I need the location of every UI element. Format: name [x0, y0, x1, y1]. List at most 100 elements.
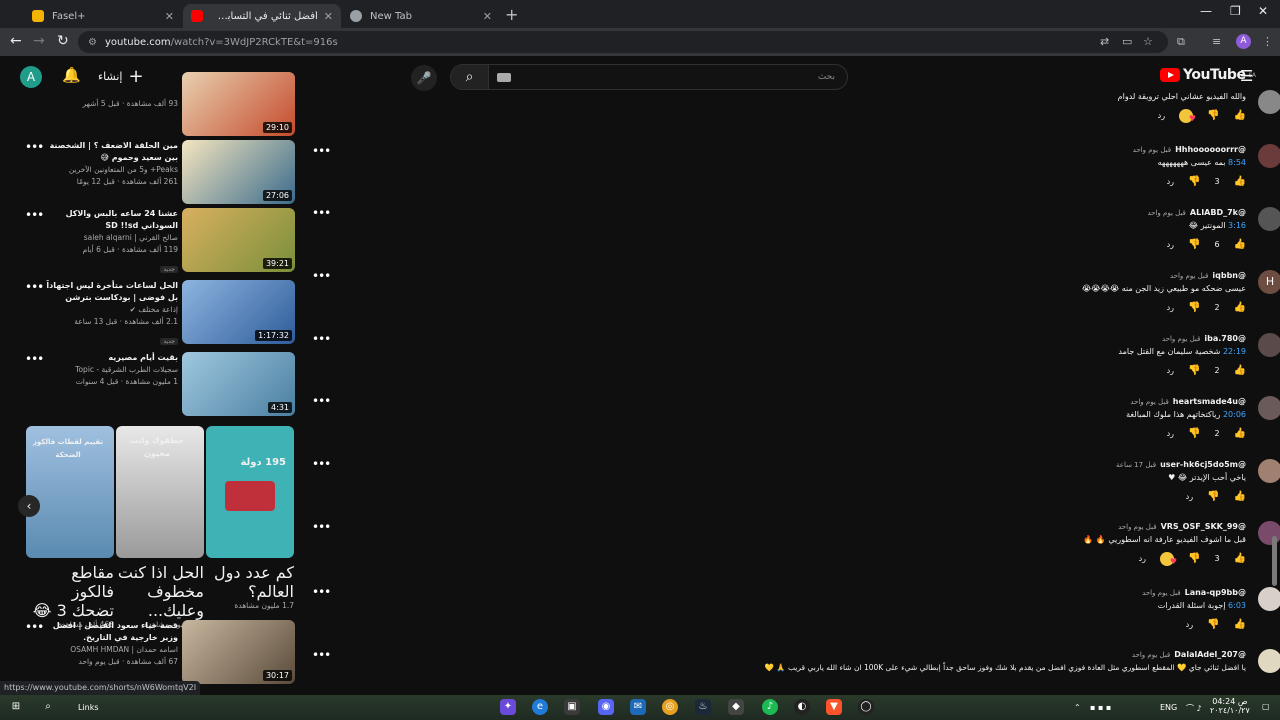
commenter-avatar[interactable]: H	[1258, 270, 1280, 294]
more-options-icon[interactable]: •••	[312, 269, 331, 283]
commenter-avatar[interactable]	[1258, 396, 1280, 420]
commenter-avatar[interactable]	[1258, 649, 1280, 673]
search-input[interactable]: بحث	[511, 72, 847, 82]
new-tab-button[interactable]: +	[505, 5, 518, 24]
more-options-icon[interactable]: •••	[312, 144, 331, 158]
commenter-avatar[interactable]	[1258, 587, 1280, 611]
bookmark-star-icon[interactable]: ☆	[1143, 35, 1153, 48]
video-thumbnail[interactable]: 27:06	[182, 140, 295, 204]
minimize-button[interactable]: —	[1200, 4, 1212, 18]
channel-name[interactable]: Peaks+ و5 من المتعاونين الآخرين	[44, 164, 178, 176]
search-icon[interactable]: ⌕	[451, 65, 489, 89]
comment-timestamp-link[interactable]: 6:03	[1228, 601, 1246, 610]
more-options-icon[interactable]: •••	[25, 352, 44, 366]
reading-list-icon[interactable]: ≡	[1212, 35, 1221, 48]
related-video[interactable]: 29:10 93 ألف مشاهدة · قبل 5 أشهر	[20, 72, 320, 138]
video-thumbnail[interactable]: 39:21	[182, 208, 295, 272]
cast-icon[interactable]: ▭	[1122, 35, 1132, 48]
comment-timestamp-link[interactable]: 3:16	[1228, 221, 1246, 230]
comment-username[interactable]: @iqbbn	[1212, 271, 1246, 280]
dislike-icon[interactable]: 👎	[1188, 363, 1200, 379]
dislike-icon[interactable]: 👎	[1188, 300, 1200, 316]
comment-username[interactable]: @Lana-qp9bb	[1185, 588, 1246, 597]
comment-username[interactable]: @ALIABD_7k	[1190, 208, 1246, 217]
reply-button[interactable]: رد	[1167, 363, 1174, 379]
like-icon[interactable]: 👍	[1234, 108, 1246, 124]
more-options-icon[interactable]: •••	[25, 208, 44, 222]
short-title[interactable]: مقاطع فالكوز تضحك 3 😂	[26, 563, 114, 620]
more-options-icon[interactable]: •••	[312, 585, 331, 599]
channel-name[interactable]: صالح القرني | saleh alqarni	[44, 232, 178, 244]
reply-button[interactable]: رد	[1167, 426, 1174, 442]
discord-icon[interactable]: ◉	[598, 699, 614, 715]
dislike-icon[interactable]: 👎	[1207, 617, 1219, 633]
window-close-button[interactable]: ✕	[1258, 4, 1268, 18]
outlook-icon[interactable]: ✉	[630, 699, 646, 715]
menu-kebab-icon[interactable]: ⋮	[1262, 35, 1273, 48]
commenter-avatar[interactable]	[1258, 144, 1280, 168]
more-options-icon[interactable]: •••	[312, 520, 331, 534]
dislike-icon[interactable]: 👎	[1188, 174, 1200, 190]
page-scrollbar[interactable]	[1272, 536, 1277, 586]
reload-icon[interactable]: ↻	[57, 33, 69, 49]
reply-button[interactable]: رد	[1167, 237, 1174, 253]
close-icon[interactable]: ✕	[483, 10, 492, 23]
steam-icon[interactable]: ♨	[695, 699, 711, 715]
copilot-icon[interactable]: ✦	[500, 699, 516, 715]
dislike-icon[interactable]: 👎	[1207, 489, 1219, 505]
back-arrow-icon[interactable]: ←	[10, 33, 22, 49]
related-video[interactable]: 1:17:32 الحل لساعات متأخرة ليس اجتهاداً …	[20, 280, 320, 346]
store-icon[interactable]: ▣	[564, 699, 580, 715]
reply-button[interactable]: رد	[1158, 108, 1165, 124]
more-options-icon[interactable]: •••	[25, 280, 44, 294]
notifications-icon[interactable]: ▢	[1262, 702, 1270, 711]
dislike-icon[interactable]: 👎	[1207, 108, 1219, 124]
links-toolbar[interactable]: Links	[78, 703, 99, 712]
related-video[interactable]: 39:21 عشنا 24 ساعه بالبس والاكل السوداني…	[20, 208, 320, 274]
app-icon[interactable]: ◆	[728, 699, 744, 715]
windows-start-icon[interactable]: ⊞	[8, 699, 24, 715]
more-options-icon[interactable]: •••	[25, 620, 44, 634]
tab-youtube-video[interactable]: أفضل ثنائي في التسابق الجزء الثا... ✕	[183, 4, 341, 28]
comment-timestamp-link[interactable]: 8:54	[1228, 158, 1246, 167]
short-thumbnail[interactable]: خطفوك وانت مخيون	[116, 426, 204, 558]
channel-name[interactable]: إذاعة مختلف ✔	[44, 304, 178, 316]
video-thumbnail[interactable]: 4:31	[182, 352, 295, 416]
spotify-icon[interactable]: ♪	[762, 699, 778, 715]
like-icon[interactable]: 👍	[1234, 426, 1246, 442]
like-icon[interactable]: 👍	[1234, 363, 1246, 379]
dislike-icon[interactable]: 👎	[1188, 551, 1200, 567]
video-thumbnail[interactable]: 1:17:32	[182, 280, 295, 344]
maximize-button[interactable]: ❐	[1230, 4, 1241, 18]
short-title[interactable]: الحل اذا كنت مخطوف وعليك...	[116, 563, 204, 620]
more-options-icon[interactable]: •••	[312, 332, 331, 346]
reply-button[interactable]: رد	[1167, 174, 1174, 190]
short-thumbnail[interactable]: تقييم لقطات فالكوز الضحكة	[26, 426, 114, 558]
more-options-icon[interactable]: •••	[312, 648, 331, 662]
video-title[interactable]: بقيت أيام مصيريه	[44, 352, 178, 364]
reply-button[interactable]: رد	[1186, 617, 1193, 633]
brave-icon[interactable]: ▼	[826, 699, 842, 715]
like-icon[interactable]: 👍	[1234, 489, 1246, 505]
comment-username[interactable]: @Hhhoooooorrr	[1175, 145, 1246, 154]
comment-username[interactable]: @user-hk6cj5do5m	[1160, 460, 1246, 469]
tab-new-tab[interactable]: New Tab ✕	[342, 4, 500, 28]
video-title[interactable]: قصة جياء سعود الفيصل | افضل وزير خارجية …	[44, 620, 178, 644]
comment-username[interactable]: @DalalAdel_207	[1174, 650, 1246, 659]
like-icon[interactable]: 👍	[1234, 300, 1246, 316]
like-icon[interactable]: 👍	[1234, 551, 1246, 567]
more-options-icon[interactable]: •••	[25, 140, 44, 154]
keyboard-icon[interactable]	[497, 72, 511, 82]
shelf-previous-chevron-icon[interactable]: ‹	[18, 495, 40, 517]
language-indicator[interactable]: ENG	[1160, 703, 1177, 712]
video-thumbnail[interactable]: 29:10	[182, 72, 295, 136]
translate-icon[interactable]: ⇄	[1100, 35, 1109, 48]
commenter-avatar[interactable]	[1258, 459, 1280, 483]
short-title[interactable]: كم عدد دول العالم؟	[206, 563, 294, 601]
commenter-avatar[interactable]	[1258, 207, 1280, 231]
video-thumbnail[interactable]: 30:17	[182, 620, 295, 684]
comment-username[interactable]: @VRS_OSF_SKK_99	[1161, 522, 1246, 531]
commenter-avatar[interactable]	[1258, 333, 1280, 357]
comment-timestamp-link[interactable]: 22:19	[1223, 347, 1246, 356]
dislike-icon[interactable]: 👎	[1188, 426, 1200, 442]
